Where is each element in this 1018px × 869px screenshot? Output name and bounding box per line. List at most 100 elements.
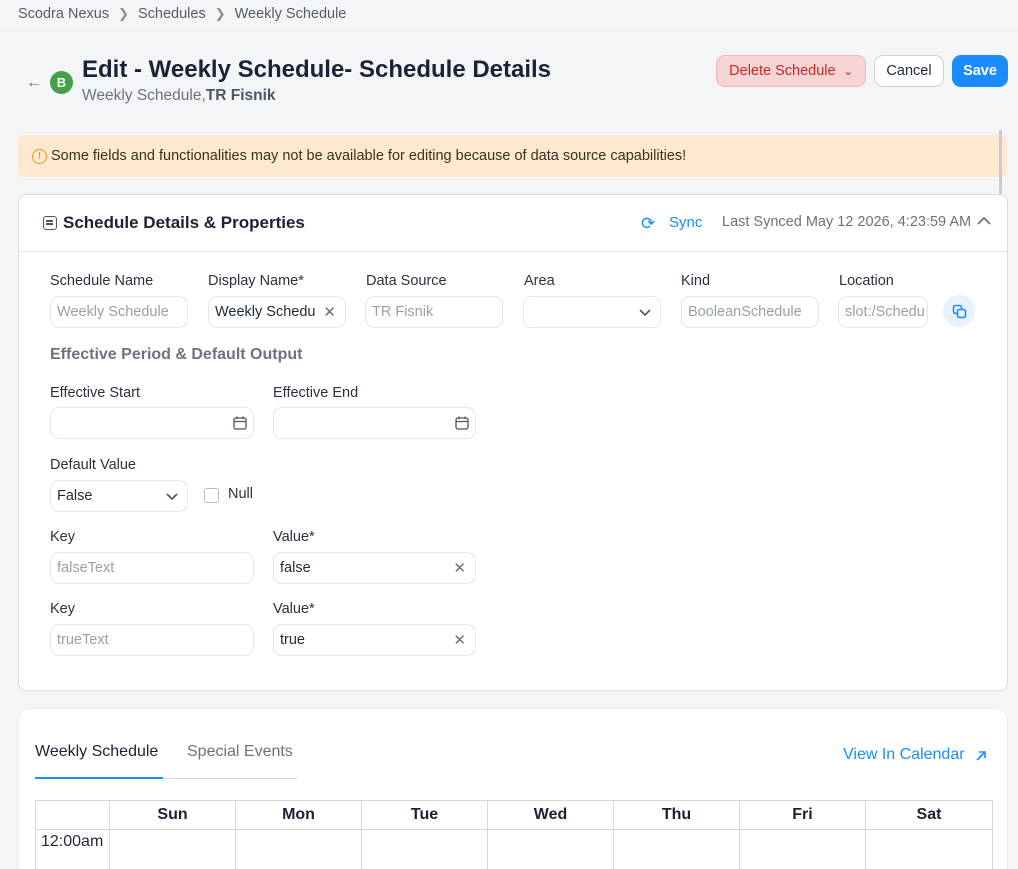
- location-value: slot:/Schedu: [845, 304, 925, 320]
- weekly-calendar-grid: Sun Mon Tue Wed Thu Fri Sat 12:00am: [35, 800, 993, 869]
- default-value-value: False: [57, 488, 93, 504]
- calendar-cell[interactable]: [361, 829, 488, 869]
- kind-label: Kind: [681, 273, 711, 289]
- delete-schedule-label: Delete Schedule: [729, 63, 836, 79]
- delete-schedule-button[interactable]: Delete Schedule ⌄: [716, 55, 866, 87]
- key-field: trueText: [50, 624, 254, 656]
- chevron-down-icon: [639, 309, 651, 317]
- warning-icon: !: [32, 148, 47, 164]
- value-input[interactable]: false ✕: [273, 552, 476, 584]
- page-title: Edit - Weekly Schedule- Schedule Details: [82, 56, 552, 83]
- back-arrow-icon[interactable]: ←: [26, 74, 42, 92]
- avatar: B: [50, 71, 73, 94]
- calendar-cell[interactable]: [613, 829, 740, 869]
- panel-header: Schedule Details & Properties ⟳ Sync Las…: [19, 195, 1007, 252]
- key-value: trueText: [57, 632, 109, 648]
- day-header-fri: Fri: [739, 800, 866, 830]
- weekly-schedule-panel: Weekly Schedule Special Events View In C…: [18, 708, 1008, 869]
- day-header-sat: Sat: [865, 800, 993, 830]
- calendar-time-row: 12:00am: [35, 829, 993, 869]
- warning-text: Some fields and functionalities may not …: [51, 148, 687, 164]
- copy-icon: [952, 304, 966, 318]
- data-source-field: TR Fisnik: [365, 296, 503, 328]
- breadcrumb-item-root[interactable]: Scodra Nexus: [18, 6, 109, 22]
- schedule-name-value: Weekly Schedule: [57, 304, 169, 320]
- key-value: falseText: [57, 560, 115, 576]
- key-field: falseText: [50, 552, 254, 584]
- location-label: Location: [839, 273, 894, 289]
- view-in-calendar-link[interactable]: View In Calendar: [843, 746, 965, 764]
- last-synced-text: Last Synced May 12 2026, 4:23:59 AM: [722, 214, 972, 230]
- kind-field: BooleanSchedule: [681, 296, 819, 328]
- save-button[interactable]: Save: [952, 55, 1008, 87]
- list-icon: [43, 216, 57, 230]
- day-header-tue: Tue: [361, 800, 488, 830]
- null-checkbox[interactable]: [204, 488, 219, 503]
- sync-button[interactable]: Sync: [669, 214, 702, 231]
- time-label: 12:00am: [35, 829, 110, 869]
- schedule-details-panel: Schedule Details & Properties ⟳ Sync Las…: [18, 194, 1008, 691]
- location-field: slot:/Schedu: [838, 296, 928, 328]
- effective-start-label: Effective Start: [50, 385, 140, 401]
- day-header-mon: Mon: [235, 800, 362, 830]
- effective-end-input[interactable]: [273, 407, 476, 439]
- key-label: Key: [50, 601, 75, 617]
- null-label: Null: [228, 486, 253, 502]
- value-input[interactable]: true ✕: [273, 624, 476, 656]
- calendar-icon[interactable]: [455, 416, 469, 430]
- area-label: Area: [524, 273, 555, 289]
- breadcrumb: Scodra Nexus ❯ Schedules ❯ Weekly Schedu…: [18, 6, 346, 22]
- area-select[interactable]: [523, 296, 661, 328]
- value-label: Value*: [273, 601, 315, 617]
- time-column-header: [35, 800, 110, 830]
- calendar-cell[interactable]: [865, 829, 993, 869]
- value-label: Value*: [273, 529, 315, 545]
- effective-end-label: Effective End: [273, 385, 359, 401]
- breadcrumb-item-current: Weekly Schedule: [234, 6, 347, 22]
- chevron-right-icon: ❯: [118, 6, 129, 21]
- sync-icon[interactable]: ⟳: [641, 214, 655, 234]
- day-header-sun: Sun: [109, 800, 236, 830]
- calendar-cell[interactable]: [109, 829, 236, 869]
- warning-banner: ! Some fields and functionalities may no…: [18, 135, 1007, 177]
- subtitle-schedule: Weekly Schedule,: [82, 87, 206, 104]
- value-text: true: [280, 632, 305, 648]
- chevron-up-icon[interactable]: [976, 213, 992, 229]
- day-header-thu: Thu: [613, 800, 740, 830]
- clear-icon[interactable]: ✕: [453, 559, 466, 577]
- tab-weekly-schedule[interactable]: Weekly Schedule: [35, 743, 158, 761]
- page-subtitle: Weekly Schedule,TR Fisnik: [82, 87, 276, 105]
- effective-start-input[interactable]: [50, 407, 254, 439]
- subtitle-source: TR Fisnik: [205, 87, 276, 104]
- data-source-value: TR Fisnik: [372, 304, 434, 320]
- calendar-icon[interactable]: [233, 416, 247, 430]
- day-header-wed: Wed: [487, 800, 614, 830]
- panel-title: Schedule Details & Properties: [63, 213, 305, 232]
- value-text: false: [280, 560, 311, 576]
- kind-value: BooleanSchedule: [688, 304, 802, 320]
- header-divider: [0, 30, 1018, 31]
- effective-period-title: Effective Period & Default Output: [50, 346, 303, 363]
- calendar-header-row: Sun Mon Tue Wed Thu Fri Sat: [35, 800, 993, 830]
- display-name-label: Display Name*: [208, 273, 304, 289]
- chevron-down-icon: [166, 493, 178, 501]
- display-name-input[interactable]: Weekly Schedu ✕: [208, 296, 346, 328]
- schedule-name-label: Schedule Name: [50, 273, 154, 289]
- calendar-cell[interactable]: [235, 829, 362, 869]
- chevron-right-icon: ❯: [214, 6, 226, 21]
- schedule-name-field: Weekly Schedule: [50, 296, 188, 328]
- copy-location-button[interactable]: [943, 295, 975, 327]
- calendar-cell[interactable]: [487, 829, 614, 869]
- chevron-down-icon: ⌄: [843, 65, 853, 78]
- clear-icon[interactable]: ✕: [453, 631, 466, 649]
- clear-icon[interactable]: ✕: [323, 303, 336, 321]
- default-value-select[interactable]: False: [50, 480, 188, 512]
- external-link-icon[interactable]: [974, 749, 988, 763]
- cancel-button[interactable]: Cancel: [874, 55, 944, 87]
- tab-special-events[interactable]: Special Events: [187, 743, 293, 761]
- display-name-value: Weekly Schedu: [215, 304, 316, 320]
- calendar-cell[interactable]: [739, 829, 866, 869]
- breadcrumb-item-schedules[interactable]: Schedules: [138, 6, 206, 22]
- key-label: Key: [50, 529, 75, 545]
- default-value-label: Default Value: [50, 457, 136, 473]
